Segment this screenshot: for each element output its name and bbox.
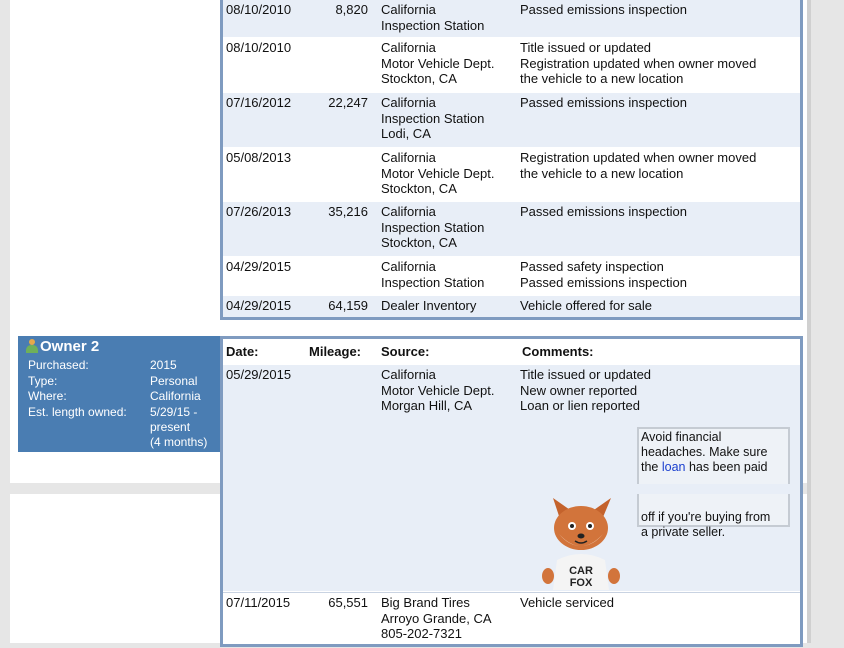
table-row: 04/29/2015 California Inspection Station… bbox=[223, 257, 800, 295]
mileage-cell: 22,247 bbox=[328, 95, 368, 110]
table-row: 07/11/2015 65,551 Big Brand Tires Arroyo… bbox=[223, 592, 800, 648]
owner2-panel: Owner 2 Purchased: 2015 Type: Personal W… bbox=[18, 336, 222, 452]
source-cell: California Motor Vehicle Dept. Morgan Hi… bbox=[381, 367, 495, 413]
loan-tip-box: Avoid financial headaches. Make sure the… bbox=[637, 427, 790, 484]
page-edge bbox=[807, 0, 811, 643]
comments-cell: Title issued or updated Registration upd… bbox=[520, 40, 757, 86]
loan-tip-box-continued: off if you're buying from a private sell… bbox=[637, 494, 790, 539]
mileage-cell: 64,159 bbox=[328, 298, 368, 313]
source-cell: California Inspection Station Stockton, … bbox=[381, 204, 485, 250]
table-row: 08/10/2010 8,820 California Inspection S… bbox=[223, 0, 800, 37]
purchased-value: 2015 bbox=[150, 358, 177, 372]
length-owned-value: 5/29/15 - present (4 months) bbox=[150, 405, 208, 449]
purchased-label: Purchased: bbox=[28, 358, 89, 372]
source-cell: Big Brand Tires Arroyo Grande, CA 805-20… bbox=[381, 595, 492, 641]
tip-text-2: has been paid bbox=[685, 460, 768, 474]
source-column-header: Source: bbox=[381, 344, 430, 359]
table-header-row: Date: Mileage: Source: Comments: bbox=[223, 339, 800, 363]
mascot-shirt-text-car: CAR bbox=[569, 565, 593, 577]
date-cell: 07/11/2015 bbox=[226, 595, 291, 610]
date-cell: 04/29/2015 bbox=[226, 259, 292, 274]
date-cell: 08/10/2010 bbox=[226, 40, 292, 55]
comments-cell: Registration updated when owner moved th… bbox=[520, 150, 757, 181]
person-icon bbox=[26, 339, 38, 353]
comments-cell: Passed emissions inspection bbox=[520, 95, 687, 110]
source-cell: California Inspection Station bbox=[381, 2, 485, 33]
date-cell: 08/10/2010 bbox=[226, 2, 292, 17]
carfox-mascot-image: CAR FOX bbox=[542, 498, 620, 590]
table-row: 07/26/2013 35,216 California Inspection … bbox=[223, 202, 800, 256]
comments-cell: Vehicle offered for sale bbox=[520, 298, 653, 313]
date-cell: 05/08/2013 bbox=[226, 150, 292, 165]
date-cell: 04/29/2015 bbox=[226, 298, 292, 313]
comments-cell: Vehicle serviced bbox=[520, 595, 614, 610]
mileage-cell: 8,820 bbox=[335, 2, 368, 17]
mileage-cell: 35,216 bbox=[328, 204, 368, 219]
length-owned-label: Est. length owned: bbox=[28, 405, 127, 419]
owner1-history-table: 08/10/2010 8,820 California Inspection S… bbox=[220, 0, 803, 320]
comments-cell: Passed emissions inspection bbox=[520, 204, 687, 219]
owner2-title-text: Owner 2 bbox=[40, 338, 100, 355]
date-cell: 07/26/2013 bbox=[226, 204, 292, 219]
type-label: Type: bbox=[28, 374, 58, 388]
table-row: 04/29/2015 64,159 Dealer Inventory Vehic… bbox=[223, 296, 800, 317]
source-cell: California Inspection Station bbox=[381, 259, 485, 290]
comments-cell: Passed emissions inspection bbox=[520, 2, 687, 17]
date-cell: 05/29/2015 bbox=[226, 367, 292, 382]
owner2-title: Owner 2 bbox=[26, 338, 99, 355]
where-value: California bbox=[150, 389, 201, 403]
comments-column-header: Comments: bbox=[522, 344, 594, 359]
comments-cell: Passed safety inspection Passed emission… bbox=[520, 259, 687, 290]
where-label: Where: bbox=[28, 389, 67, 403]
mileage-column-header: Mileage: bbox=[309, 344, 362, 359]
comments-cell: Title issued or updated New owner report… bbox=[520, 367, 652, 413]
source-cell: California Motor Vehicle Dept. Stockton,… bbox=[381, 150, 495, 196]
date-cell: 07/16/2012 bbox=[226, 95, 292, 110]
source-cell: California Motor Vehicle Dept. Stockton,… bbox=[381, 40, 495, 86]
date-column-header: Date: bbox=[226, 344, 259, 359]
type-value: Personal bbox=[150, 374, 198, 388]
table-row: 07/16/2012 22,247 California Inspection … bbox=[223, 93, 800, 147]
loan-link[interactable]: loan bbox=[662, 460, 686, 474]
mileage-cell: 65,551 bbox=[328, 595, 368, 610]
table-row: 05/08/2013 California Motor Vehicle Dept… bbox=[223, 148, 800, 201]
source-cell: California Inspection Station Lodi, CA bbox=[381, 95, 485, 141]
source-cell: Dealer Inventory bbox=[381, 298, 477, 313]
table-row: 08/10/2010 California Motor Vehicle Dept… bbox=[223, 38, 800, 92]
mascot-shirt-text-fox: FOX bbox=[570, 577, 593, 589]
